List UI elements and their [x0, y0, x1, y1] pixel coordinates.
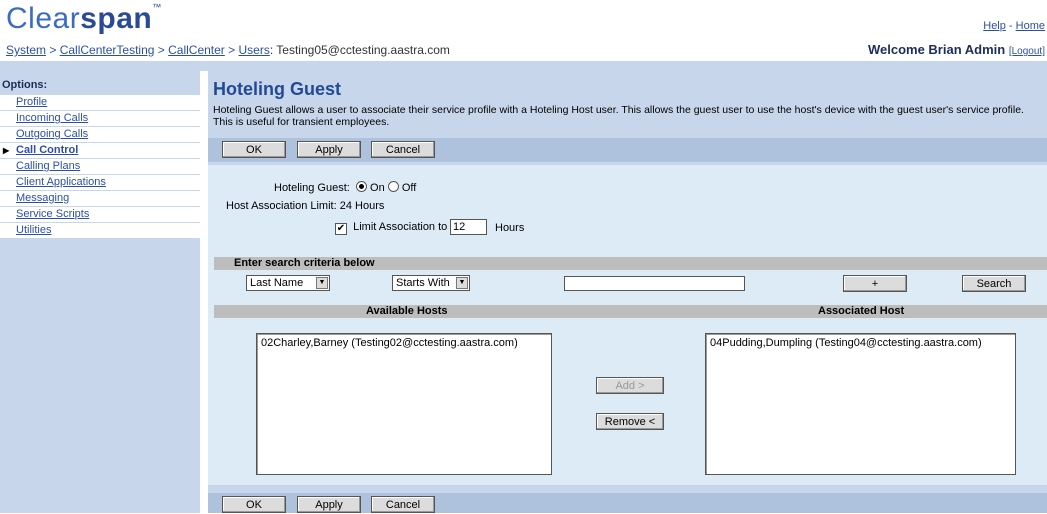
- search-criteria-title: Enter search criteria below: [234, 257, 375, 269]
- list-item[interactable]: 02Charley,Barney (Testing02@cctesting.aa…: [261, 337, 547, 349]
- search-field-value: Last Name: [250, 277, 304, 289]
- apply-button[interactable]: Apply: [297, 141, 361, 158]
- breadcrumb-group[interactable]: CallCenterTesting: [60, 43, 155, 57]
- logout-link[interactable]: [Logout]: [1009, 46, 1045, 57]
- sidebar-item-calling-plans[interactable]: Calling Plans: [0, 159, 200, 175]
- search-input[interactable]: [564, 276, 745, 291]
- breadcrumb: System > CallCenterTesting > CallCenter …: [6, 43, 450, 57]
- sidebar-item-label[interactable]: Call Control: [16, 144, 78, 156]
- limit-row: Host Association Limit: 24 Hours: [226, 200, 384, 212]
- description-line-2: This is useful for transient employees.: [213, 116, 390, 128]
- logo-tm: ™: [152, 2, 162, 12]
- search-criteria-header: Enter search criteria below: [214, 257, 1047, 270]
- main-content: Hoteling Guest Hoteling Guest allows a u…: [208, 71, 1047, 513]
- limit-hours-input[interactable]: 12: [450, 219, 487, 235]
- associated-host-header: Associated Host: [818, 305, 905, 317]
- clearspan-logo: Clearspan™: [6, 2, 162, 36]
- hosts-header: Available Hosts Associated Host: [214, 305, 1047, 318]
- page-title: Hoteling Guest: [213, 79, 342, 99]
- help-link[interactable]: Help: [983, 20, 1006, 32]
- sidebar-item-label[interactable]: Profile: [16, 96, 47, 108]
- sidebar-item-messaging[interactable]: Messaging: [0, 191, 200, 207]
- sidebar-item-label[interactable]: Messaging: [16, 192, 69, 204]
- header-divider: [0, 61, 1047, 71]
- host-association-limit-label: Host Association Limit:: [226, 200, 337, 212]
- limit-association-label: Limit Association to: [353, 221, 448, 233]
- sidebar-title: Options:: [2, 79, 48, 91]
- sidebar-menu: Profile Incoming Calls Outgoing Calls Ca…: [0, 95, 200, 239]
- logo-text-span: span: [80, 2, 153, 35]
- top-links: Help - Home: [983, 20, 1045, 32]
- search-button[interactable]: Search: [962, 275, 1026, 292]
- sidebar-item-label[interactable]: Utilities: [16, 224, 51, 236]
- add-criteria-button[interactable]: +: [843, 275, 907, 292]
- on-label: On: [370, 182, 385, 194]
- sidebar-item-incoming-calls[interactable]: Incoming Calls: [0, 111, 200, 127]
- search-mode-value: Starts With: [396, 277, 450, 289]
- home-link[interactable]: Home: [1016, 20, 1045, 32]
- chevron-down-icon: ▼: [316, 277, 328, 289]
- cancel-button-bottom[interactable]: Cancel: [371, 496, 435, 513]
- sidebar-item-call-control[interactable]: Call Control: [0, 143, 200, 159]
- breadcrumb-users[interactable]: Users: [239, 43, 270, 57]
- search-mode-select[interactable]: Starts With ▼: [392, 275, 470, 291]
- on-radio[interactable]: [355, 181, 367, 192]
- limit-association-row: ✔ Limit Association to: [335, 221, 447, 235]
- sidebar-item-label[interactable]: Service Scripts: [16, 208, 89, 220]
- ok-button[interactable]: OK: [222, 141, 286, 158]
- associated-host-list[interactable]: 04Pudding,Dumpling (Testing04@cctesting.…: [705, 333, 1016, 475]
- cancel-button[interactable]: Cancel: [371, 141, 435, 158]
- sidebar-item-utilities[interactable]: Utilities: [0, 223, 200, 239]
- available-hosts-list[interactable]: 02Charley,Barney (Testing02@cctesting.aa…: [256, 333, 552, 475]
- form-panel: Hoteling Guest: On Off Host Association …: [208, 165, 1047, 485]
- breadcrumb-system[interactable]: System: [6, 43, 46, 57]
- welcome-text: Welcome Brian Admin: [867, 42, 1006, 57]
- top-button-bar: OK Apply Cancel: [208, 138, 1047, 162]
- sidebar-item-client-applications[interactable]: Client Applications: [0, 175, 200, 191]
- bottom-button-bar: OK Apply Cancel: [208, 493, 1047, 513]
- header: Clearspan™ Help - Home System > CallCent…: [0, 0, 1047, 60]
- ok-button-bottom[interactable]: OK: [222, 496, 286, 513]
- sidebar-item-label[interactable]: Outgoing Calls: [16, 128, 88, 140]
- list-item[interactable]: 04Pudding,Dumpling (Testing04@cctesting.…: [710, 337, 1011, 349]
- sidebar-item-profile[interactable]: Profile: [0, 95, 200, 111]
- off-radio[interactable]: [387, 181, 399, 192]
- logo-text-clear: Clear: [6, 2, 81, 35]
- sidebar-item-outgoing-calls[interactable]: Outgoing Calls: [0, 127, 200, 143]
- available-hosts-header: Available Hosts: [366, 305, 448, 317]
- sidebar-item-label[interactable]: Incoming Calls: [16, 112, 88, 124]
- apply-button-bottom[interactable]: Apply: [297, 496, 361, 513]
- hoteling-guest-label: Hoteling Guest:: [274, 182, 350, 194]
- hoteling-guest-row: Hoteling Guest: On Off: [274, 181, 416, 194]
- off-label: Off: [401, 182, 417, 194]
- limit-association-checkbox[interactable]: ✔: [335, 223, 347, 235]
- hours-label: Hours: [495, 222, 525, 234]
- sidebar-item-label[interactable]: Client Applications: [16, 176, 106, 188]
- add-button[interactable]: Add >: [596, 377, 664, 394]
- welcome-message: Welcome Brian Admin [Logout]: [868, 42, 1045, 57]
- remove-button[interactable]: Remove <: [596, 413, 664, 430]
- breadcrumb-user: : Testing05@cctesting.aastra.com: [269, 43, 450, 57]
- host-association-limit-value: 24 Hours: [339, 200, 385, 212]
- sidebar-item-label[interactable]: Calling Plans: [16, 160, 80, 172]
- page-description: Hoteling Guest allows a user to associat…: [213, 104, 1047, 128]
- column-gap: [200, 71, 208, 513]
- sidebar-item-service-scripts[interactable]: Service Scripts: [0, 207, 200, 223]
- sidebar: Options: Profile Incoming Calls Outgoing…: [0, 71, 200, 513]
- chevron-down-icon: ▼: [456, 277, 468, 289]
- description-line-1: Hoteling Guest allows a user to associat…: [213, 104, 1024, 116]
- search-field-select[interactable]: Last Name ▼: [246, 275, 330, 291]
- breadcrumb-callcenter[interactable]: CallCenter: [168, 43, 225, 57]
